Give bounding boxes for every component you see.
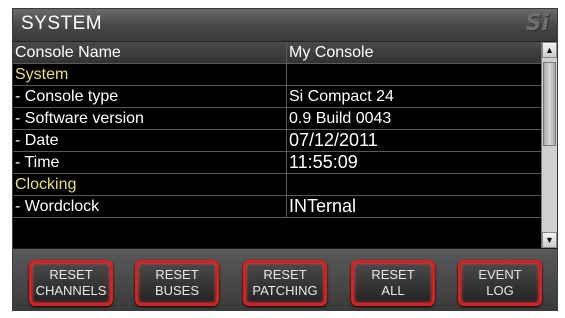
- column-divider: [286, 64, 287, 85]
- column-divider: [286, 174, 287, 195]
- table-row-console-type[interactable]: - Console type Si Compact 24: [13, 86, 541, 108]
- button-label-line2: ALL: [381, 283, 405, 298]
- row-value: 0.9 Build 0043: [289, 110, 392, 127]
- table-row-wordclock[interactable]: - Wordclock INTernal: [13, 196, 541, 218]
- column-divider: [286, 130, 287, 151]
- column-divider: [286, 196, 287, 217]
- button-label-line1: RESET: [49, 267, 93, 282]
- reset-all-button[interactable]: RESET ALL: [351, 260, 435, 306]
- button-label-line2: BUSES: [154, 283, 200, 298]
- column-divider: [286, 108, 287, 129]
- table-row-section-system[interactable]: System: [13, 64, 541, 86]
- row-label: - Date: [15, 132, 59, 149]
- button-label-line2: LOG: [486, 283, 514, 298]
- section-label: System: [15, 66, 69, 83]
- button-label-line1: RESET: [155, 267, 199, 282]
- row-label: - Software version: [15, 110, 144, 127]
- row-label: - Console type: [15, 88, 119, 105]
- row-value: [289, 174, 539, 195]
- column-divider: [286, 86, 287, 107]
- button-label-line1: RESET: [371, 267, 415, 282]
- row-label: - Time: [15, 154, 60, 171]
- row-label: - Wordclock: [15, 198, 100, 215]
- row-value[interactable]: INTernal: [289, 196, 539, 217]
- column-divider: [286, 152, 287, 173]
- reset-buses-button[interactable]: RESET BUSES: [135, 260, 219, 306]
- page-title: SYSTEM: [21, 13, 103, 34]
- reset-channels-button[interactable]: RESET CHANNELS: [29, 260, 113, 306]
- system-panel: SYSTEM Si Console Name My Console System…: [12, 8, 558, 311]
- row-value[interactable]: 07/12/2011: [289, 130, 539, 151]
- row-value[interactable]: My Console: [289, 42, 539, 63]
- button-label-line2: PATCHING: [252, 283, 318, 298]
- button-label-line1: RESET: [263, 267, 307, 282]
- arrow-up-icon[interactable]: ▲: [542, 42, 557, 58]
- table-row-section-clocking[interactable]: Clocking: [13, 174, 541, 196]
- column-divider: [286, 42, 287, 63]
- vertical-scrollbar[interactable]: ▲ ▼: [541, 42, 557, 248]
- si-screen: SYSTEM Si Console Name My Console System…: [0, 0, 565, 318]
- reset-patching-button[interactable]: RESET PATCHING: [243, 260, 327, 306]
- table-row-console-name[interactable]: Console Name My Console: [13, 42, 541, 64]
- table-row-time[interactable]: - Time 11:55:09: [13, 152, 541, 174]
- table-row-date[interactable]: - Date 07/12/2011: [13, 130, 541, 152]
- row-value[interactable]: 11:55:09: [289, 152, 539, 173]
- scroll-thumb[interactable]: [543, 62, 556, 146]
- row-value: Si Compact 24: [289, 88, 394, 105]
- row-value: [289, 64, 539, 85]
- button-label-line1: EVENT: [478, 267, 522, 282]
- event-log-button[interactable]: EVENT LOG: [458, 260, 542, 306]
- section-label: Clocking: [15, 176, 77, 193]
- system-info-table: Console Name My Console System - Console…: [13, 42, 541, 248]
- si-logo: Si: [525, 11, 549, 36]
- title-bar: SYSTEM Si: [13, 9, 557, 42]
- row-label: Console Name: [15, 44, 121, 61]
- soft-button-strip: RESET CHANNELS RESET BUSES RESET PATCHIN…: [13, 249, 557, 310]
- table-row-software-version[interactable]: - Software version 0.9 Build 0043: [13, 108, 541, 130]
- arrow-down-icon[interactable]: ▼: [542, 232, 557, 248]
- button-label-line2: CHANNELS: [35, 283, 107, 298]
